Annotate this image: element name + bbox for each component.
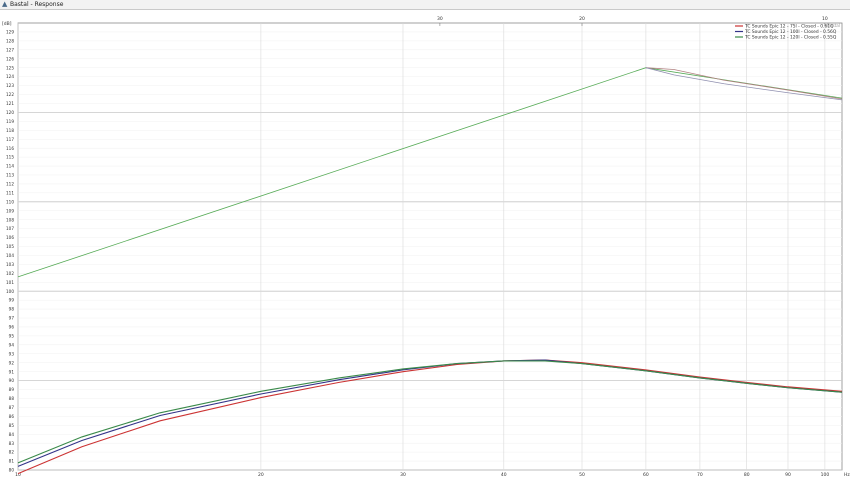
x-tick-label: 90 bbox=[785, 472, 791, 478]
y-tick-label: 106 bbox=[6, 235, 14, 240]
response-chart: 80 81 82 83 84 85 86 87 88 89 90 91 92 93 94 95 96 97 98 99… bbox=[2, 16, 850, 478]
y-tick-label: 113 bbox=[6, 173, 14, 178]
y-tick-label: 102 bbox=[6, 271, 14, 276]
y-tick-label: 119 bbox=[6, 119, 14, 124]
y-tick-label: 87 bbox=[9, 405, 15, 410]
y-tick-label: 96 bbox=[9, 325, 15, 330]
y-tick-label: 103 bbox=[6, 262, 14, 267]
y-tick-label: 83 bbox=[9, 441, 15, 446]
x-tick-label: 100 bbox=[821, 472, 830, 478]
y-tick-label: 123 bbox=[6, 83, 14, 88]
y-tick-label: 105 bbox=[6, 244, 14, 249]
top-axis-label: 20 bbox=[579, 16, 585, 22]
legend-entry: TC Sounds Epic 12 - 120l - Closed - 0.55… bbox=[744, 35, 837, 41]
chart-corner-label: Bastal bbox=[827, 23, 840, 28]
x-axis-unit: Hz bbox=[844, 472, 850, 478]
y-tick-label: 94 bbox=[9, 342, 15, 347]
legend-entry: TC Sounds Epic 12 - 75l - Closed - 0.61Q bbox=[744, 24, 834, 30]
x-tick-label: 70 bbox=[697, 472, 703, 478]
y-tick-label: 93 bbox=[9, 351, 15, 356]
y-tick-label: 121 bbox=[6, 101, 14, 106]
y-tick-label: 85 bbox=[9, 423, 15, 428]
y-tick-label: 91 bbox=[9, 369, 15, 374]
legend-entry: TC Sounds Epic 12 - 100l - Closed - 0.56… bbox=[744, 29, 837, 35]
y-tick-label: 99 bbox=[9, 298, 15, 303]
y-tick-label: 124 bbox=[6, 74, 14, 79]
y-tick-label: 101 bbox=[6, 280, 14, 285]
y-axis-unit: [dB] bbox=[2, 21, 12, 27]
y-tick-label: 104 bbox=[6, 253, 14, 258]
x-tick-label: 60 bbox=[643, 472, 649, 478]
y-tick-label: 115 bbox=[6, 155, 14, 160]
y-tick-label: 117 bbox=[6, 137, 14, 142]
y-tick-label: 122 bbox=[6, 92, 14, 97]
y-tick-label: 112 bbox=[6, 182, 14, 187]
y-tick-label: 100 bbox=[6, 289, 14, 294]
y-tick-label: 126 bbox=[6, 56, 14, 61]
y-tick-label: 88 bbox=[9, 396, 15, 401]
y-tick-label: 109 bbox=[6, 208, 14, 213]
y-tick-label: 107 bbox=[6, 226, 14, 231]
x-tick-label: 40 bbox=[501, 472, 507, 478]
x-tick-label: 20 bbox=[258, 472, 264, 478]
y-tick-label: 108 bbox=[6, 217, 14, 222]
window-title: Bastal - Response bbox=[10, 1, 64, 8]
y-tick-label: 116 bbox=[6, 146, 14, 151]
y-tick-label: 129 bbox=[6, 30, 14, 35]
x-tick-label: 30 bbox=[400, 472, 406, 478]
y-tick-label: 97 bbox=[9, 316, 15, 321]
app-icon: ▲ bbox=[2, 0, 8, 8]
y-tick-label: 125 bbox=[6, 65, 14, 70]
y-tick-label: 128 bbox=[6, 38, 14, 43]
y-tick-label: 81 bbox=[9, 459, 15, 464]
y-tick-label: 92 bbox=[9, 360, 15, 365]
top-axis-label: 30 bbox=[437, 16, 443, 22]
y-tick-label: 89 bbox=[9, 387, 15, 392]
y-tick-label: 120 bbox=[6, 110, 14, 115]
y-tick-label: 127 bbox=[6, 47, 14, 52]
y-tick-label: 110 bbox=[6, 199, 14, 204]
y-tick-label: 84 bbox=[9, 432, 15, 437]
y-tick-label: 80 bbox=[9, 468, 15, 473]
y-tick-label: 114 bbox=[6, 164, 14, 169]
y-tick-label: 95 bbox=[9, 334, 15, 339]
x-tick-label: 50 bbox=[579, 472, 585, 478]
window-title-bar: ▲ Bastal - Response bbox=[0, 0, 850, 10]
x-tick-label: 80 bbox=[744, 472, 750, 478]
y-tick-label: 111 bbox=[6, 190, 14, 195]
y-tick-label: 98 bbox=[9, 307, 15, 312]
y-tick-label: 90 bbox=[9, 378, 15, 383]
y-tick-label: 118 bbox=[6, 128, 14, 133]
top-axis-label: 10 bbox=[822, 16, 828, 22]
y-tick-label: 86 bbox=[9, 414, 15, 419]
y-tick-label: 82 bbox=[9, 450, 15, 455]
